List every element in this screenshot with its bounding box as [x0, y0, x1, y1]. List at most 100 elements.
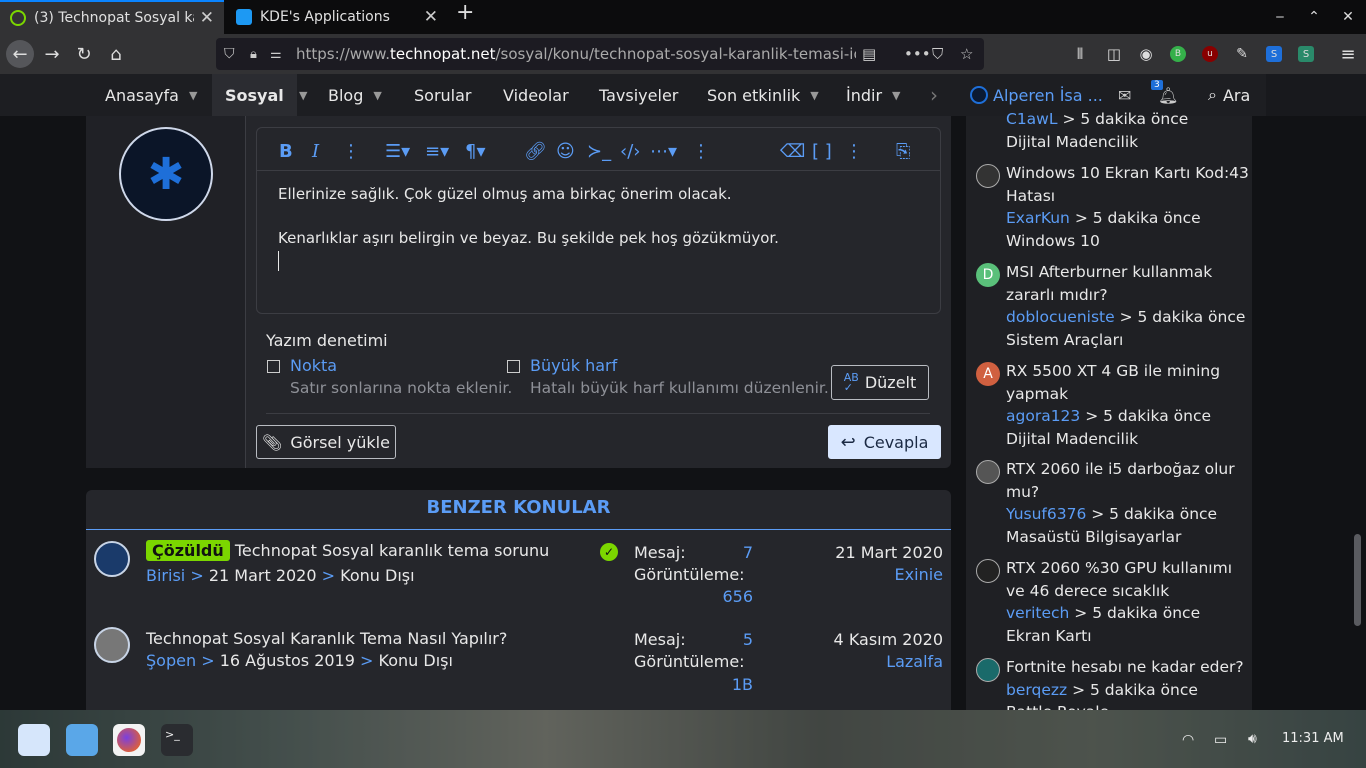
account-icon[interactable]: ◉ [1132, 40, 1160, 68]
checkbox-nokta[interactable] [267, 360, 280, 373]
new-tab-icon[interactable]: + [456, 2, 474, 24]
extension-s-icon[interactable]: S [1266, 46, 1282, 62]
battery-icon[interactable]: ▭ [1214, 732, 1227, 748]
lock-icon[interactable]: 🔒︎ [250, 47, 257, 62]
post-forum[interactable]: Ekran Kartı [1006, 625, 1251, 648]
last-post-user[interactable]: Exinie [790, 565, 943, 584]
avatar[interactable] [976, 460, 1000, 484]
nav-activity[interactable]: Son etkinlik ▼ [707, 74, 819, 116]
chevron-right-icon[interactable]: › [930, 74, 938, 116]
permissions-icon[interactable]: ⚌ [270, 47, 282, 62]
topic-forum-link[interactable]: Konu Dışı [340, 566, 414, 585]
tab-technopat[interactable]: (3) Technopat Sosyal kar ✕ [0, 0, 224, 34]
mail-icon[interactable]: ✉ [1118, 86, 1131, 105]
avatar[interactable] [976, 164, 1000, 188]
nav-social[interactable]: Sosyal [212, 74, 297, 116]
topic-author-link[interactable]: Birisi [146, 566, 185, 585]
code-icon[interactable]: ‹/› [620, 141, 640, 162]
url-bar[interactable]: ⛉ 🔒︎ ⚌ https://www.technopat.net/sosyal/… [216, 38, 984, 70]
topic-author-link[interactable]: Şopen [146, 651, 196, 670]
reply-button[interactable]: ↩ Cevapla [828, 425, 941, 459]
post-forum[interactable]: Battle Royale [1006, 701, 1251, 710]
topic-forum-link[interactable]: Konu Dışı [379, 651, 453, 670]
avatar[interactable] [976, 559, 1000, 583]
more-text-icon[interactable]: ⋮ [342, 141, 360, 162]
chevron-down-icon[interactable]: ▼ [189, 89, 197, 102]
ublock-icon[interactable]: u [1202, 46, 1218, 62]
nav-recommend[interactable]: Tavsiyeler [599, 74, 678, 116]
terminal-icon[interactable]: >_ [161, 724, 193, 756]
post-title-link[interactable]: Fortnite hesabı ne kadar eder? [1006, 656, 1251, 679]
topic-title-link[interactable]: Technopat Sosyal Karanlık Tema Nasıl Yap… [146, 629, 507, 648]
extension-s2-icon[interactable]: S [1298, 46, 1314, 62]
eraser-icon[interactable]: ⌫ [780, 141, 805, 162]
post-title-link[interactable]: Windows 10 Ekran Kartı Kod:43 Hatası [1006, 162, 1251, 207]
forward-icon[interactable]: → [38, 40, 66, 68]
avatar[interactable]: D [976, 263, 1000, 287]
upload-image-button[interactable]: 📎︎ Görsel yükle [256, 425, 396, 459]
post-user-link[interactable]: doblocueniste [1006, 308, 1115, 326]
post-user-link[interactable]: agora123 [1006, 407, 1080, 425]
sidebar-icon[interactable]: ◫ [1100, 40, 1128, 68]
avatar[interactable] [94, 541, 130, 577]
last-post-user[interactable]: Lazalfa [790, 652, 943, 671]
bold-icon[interactable]: B [279, 141, 293, 162]
chevron-down-icon[interactable]: ▼ [373, 89, 381, 102]
topic-title-link[interactable]: Technopat Sosyal karanlık tema sorunu [235, 541, 549, 560]
reader-view-icon[interactable]: ▤ [862, 45, 876, 63]
link-icon[interactable]: 🔗︎ [524, 141, 547, 162]
more-actions-icon[interactable]: ••• [904, 45, 931, 63]
firefox-icon[interactable] [113, 724, 145, 756]
code-block-icon[interactable]: ≻_ [587, 141, 611, 162]
close-window-icon[interactable]: ✕ [1340, 9, 1356, 25]
file-manager-icon[interactable] [66, 724, 98, 756]
extension-b-icon[interactable]: B [1170, 46, 1186, 62]
extension-icon[interactable]: ✎ [1228, 40, 1256, 68]
post-user-link[interactable]: veritech [1006, 604, 1069, 622]
nav-home[interactable]: Anasayfa ▼ [105, 74, 197, 116]
close-tab-icon[interactable]: ✕ [200, 8, 214, 28]
user-name-link[interactable]: Alperen İsa ... [993, 86, 1103, 105]
avatar[interactable]: A [976, 362, 1000, 386]
home-icon[interactable]: ⌂ [102, 40, 130, 68]
avatar[interactable] [976, 658, 1000, 682]
nav-blog[interactable]: Blog ▼ [328, 74, 382, 116]
post-title-link[interactable]: RTX 2060 %30 GPU kullanımı ve 46 derece … [1006, 557, 1251, 602]
paragraph-icon[interactable]: ¶▾ [465, 141, 486, 162]
more-options-icon[interactable]: ⋮ [692, 141, 710, 162]
bookmark-star-icon[interactable]: ☆ [960, 45, 973, 63]
list-icon[interactable]: ☰▾ [385, 141, 410, 162]
align-icon[interactable]: ≡▾ [425, 141, 449, 162]
option-buyuk-harf-label[interactable]: Büyük harf [530, 356, 617, 375]
fix-button[interactable]: AB ✓ Düzelt [831, 365, 929, 400]
nav-videos[interactable]: Videolar [503, 74, 569, 116]
back-icon[interactable]: ← [6, 40, 34, 68]
wifi-icon[interactable]: ◠ [1182, 732, 1194, 748]
avatar[interactable]: ✱ [119, 127, 213, 221]
menu-icon[interactable]: ≡ [1334, 40, 1362, 68]
post-user-link[interactable]: ExarKun [1006, 209, 1070, 227]
bbcode-icon[interactable]: [ ] [812, 141, 832, 162]
editor-content[interactable]: Ellerinize sağlık. Çok güzel olmuş ama b… [278, 183, 779, 271]
reload-icon[interactable]: ↻ [70, 40, 98, 68]
avatar[interactable] [970, 86, 988, 104]
maximize-icon[interactable]: ⌃ [1306, 9, 1322, 25]
chevron-down-icon[interactable]: ▼ [892, 89, 900, 102]
volume-icon[interactable]: 🔊︎ [1248, 731, 1257, 747]
scrollbar-thumb[interactable] [1354, 534, 1361, 626]
post-forum[interactable]: Dijital Madencilik [1006, 428, 1251, 451]
post-user-link[interactable]: C1awL [1006, 110, 1058, 128]
italic-icon[interactable]: I [312, 141, 319, 162]
chevron-down-icon[interactable]: ▼ [810, 89, 818, 102]
post-user-link[interactable]: Yusuf6376 [1006, 505, 1086, 523]
app-launcher-icon[interactable] [18, 724, 50, 756]
close-tab-icon[interactable]: ✕ [424, 7, 438, 27]
library-icon[interactable]: ⫴ [1066, 40, 1094, 68]
clock[interactable]: 11:31 AM [1282, 731, 1344, 746]
preview-icon[interactable]: ⎘ [896, 141, 910, 162]
post-forum[interactable]: Dijital Madencilik [1006, 131, 1276, 154]
option-nokta-label[interactable]: Nokta [290, 356, 337, 375]
chevron-down-icon[interactable]: ▼ [299, 89, 307, 102]
tab-kde[interactable]: KDE's Applications ✕ [226, 0, 448, 34]
pocket-icon[interactable]: ⛉ [932, 45, 943, 63]
